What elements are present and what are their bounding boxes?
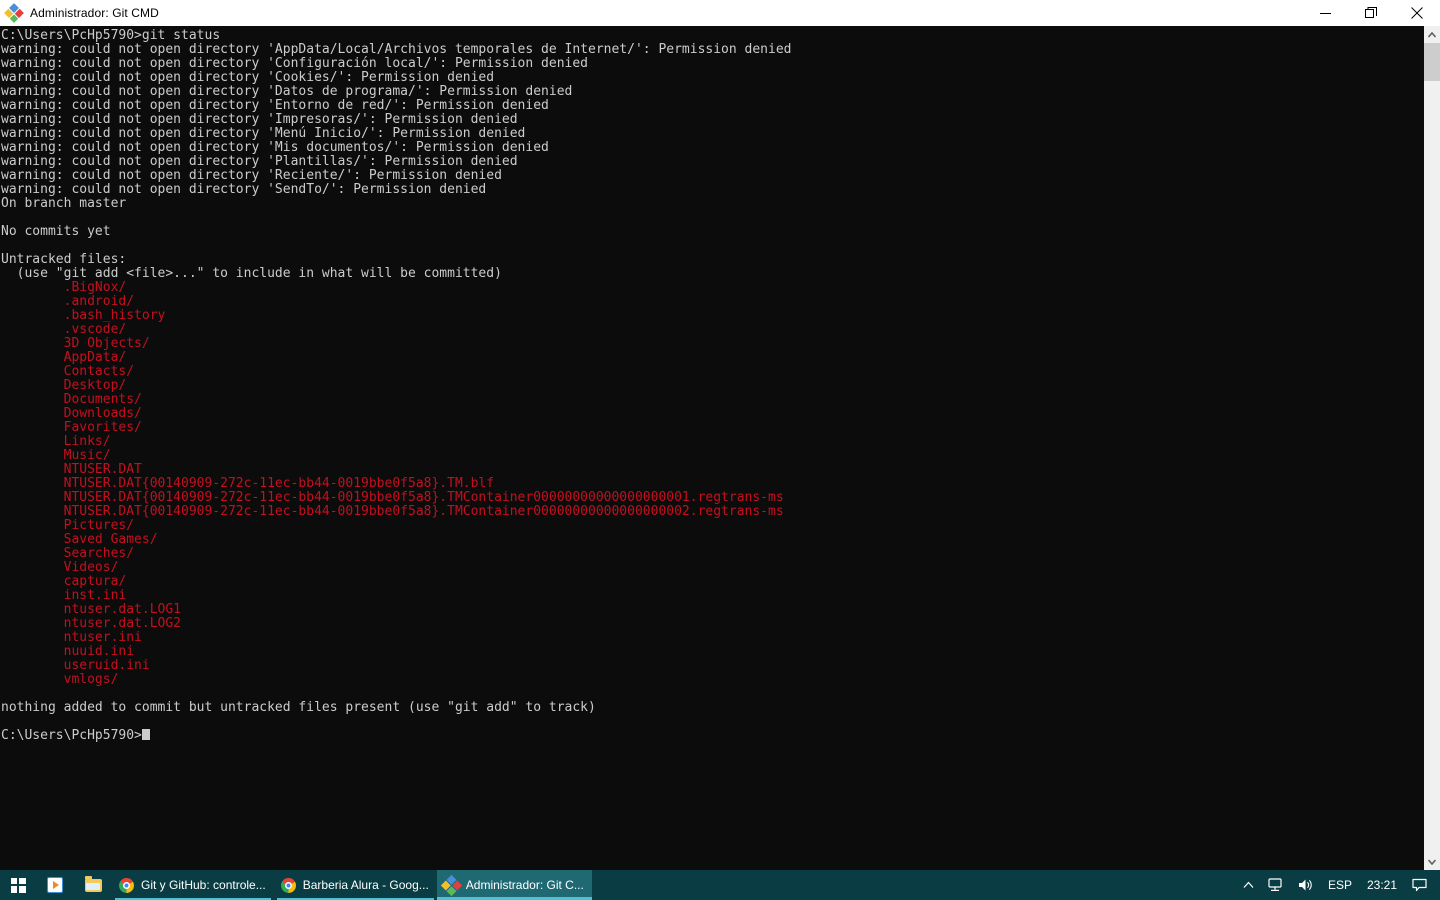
volume-icon[interactable] [1291,870,1321,900]
console-line: useruid.ini [1,658,150,673]
console-line: (use "git add <file>..." to include in w… [1,266,502,281]
taskbar-item-chrome-git-github[interactable]: Git y GitHub: controle... [112,870,274,900]
system-tray: ESP 23:21 [1236,870,1440,900]
console-line: vmlogs/ [1,672,119,687]
taskbar-empty-area [592,870,1236,900]
console-line: Videos/ [1,560,119,575]
language-indicator[interactable]: ESP [1321,870,1359,900]
taskbar-label: Administrador: Git C... [465,878,584,892]
console-line: Documents/ [1,392,142,407]
window-titlebar[interactable]: Administrador: Git CMD [0,0,1440,26]
taskbar-item-chrome-barberia-alura[interactable]: Barberia Alura - Goog... [274,870,437,900]
console-line: Searches/ [1,546,135,561]
console-scrollbar[interactable] [1424,26,1440,870]
console-line: No commits yet [1,224,111,239]
taskbar-label: Barberia Alura - Goog... [302,878,429,892]
console-line: ntuser.dat.LOG1 [1,602,182,617]
network-icon[interactable] [1261,870,1291,900]
console-line: Untracked files: [1,252,127,267]
console-line: Desktop/ [1,378,127,393]
console-line: NTUSER.DAT{00140909-272c-11ec-bb44-0019b… [1,490,784,505]
media-player-icon [47,877,63,893]
console-line: NTUSER.DAT{00140909-272c-11ec-bb44-0019b… [1,476,495,491]
restore-button[interactable] [1348,0,1394,26]
close-button[interactable] [1394,0,1440,26]
console-line: captura/ [1,574,127,589]
console-line: C:\Users\PcHp5790> [0,729,1424,743]
clock[interactable]: 23:21 [1359,870,1405,900]
console-line: ntuser.ini [1,630,142,645]
console-line: warning: could not open directory 'Plant… [1,154,518,169]
console-line: .bash_history [1,308,166,323]
console-line: .android/ [1,294,135,309]
folder-icon [84,875,102,892]
console-line: warning: could not open directory 'Confi… [1,56,588,71]
text-cursor [141,729,150,740]
console-line: warning: could not open directory 'Impre… [1,112,518,127]
console-line: Links/ [1,434,111,449]
console-line: warning: could not open directory 'Datos… [1,84,573,99]
scroll-up-icon[interactable] [1424,26,1440,43]
console-line: ntuser.dat.LOG2 [1,616,182,631]
console-line: warning: could not open directory 'AppDa… [1,42,792,57]
console-output[interactable]: C:\Users\PcHp5790>git status warning: cou… [0,26,1424,870]
desktop-root: Administrador: Git CMD C:\Users\PcHp5790… [0,0,1440,900]
windows-logo-icon [10,877,26,893]
chrome-icon [119,877,134,893]
git-diamond-icon [440,874,462,896]
console-line: On branch master [1,196,127,211]
start-button[interactable] [0,870,36,900]
console-line: Music/ [1,448,111,463]
console-line: NTUSER.DAT [1,462,142,477]
console-line: .BigNox/ [1,280,127,295]
taskbar-item-media-player[interactable] [36,870,74,900]
console-line: nothing added to commit but untracked fi… [1,700,596,715]
scroll-down-icon[interactable] [1424,853,1440,870]
console-line: AppData/ [1,350,127,365]
chevron-up-icon[interactable] [1236,870,1261,900]
git-diamond-icon[interactable] [4,3,24,23]
minimize-button[interactable] [1302,0,1348,26]
taskbar-item-file-explorer[interactable] [74,870,112,900]
taskbar: Git y GitHub: controle... Barberia Alura… [0,870,1440,900]
console-line: Saved Games/ [1,532,158,547]
scrollbar-track[interactable] [1424,81,1440,853]
console-line: warning: could not open directory 'Entor… [1,98,549,113]
chrome-icon [280,877,296,893]
console-line: Favorites/ [1,420,142,435]
console-line: inst.ini [1,588,127,603]
console-line: warning: could not open directory 'SendT… [1,182,487,197]
window-title: Administrador: Git CMD [30,6,159,20]
console-line: warning: could not open directory 'Menú … [1,126,526,141]
console-line: Pictures/ [1,518,135,533]
console-line: NTUSER.DAT{00140909-272c-11ec-bb44-0019b… [1,504,784,519]
taskbar-label: Git y GitHub: controle... [141,878,266,892]
console-line: warning: could not open directory 'Mis d… [1,140,549,155]
console-line: Downloads/ [1,406,142,421]
scrollbar-thumb[interactable] [1424,43,1440,81]
taskbar-item-git-cmd[interactable]: Administrador: Git C... [436,870,592,900]
console-line: 3D Objects/ [1,336,150,351]
console-line: warning: could not open directory 'Cooki… [1,70,495,85]
console-line: C:\Users\PcHp5790>git status [1,28,221,43]
console-line: warning: could not open directory 'Recie… [1,168,502,183]
console-line: Contacts/ [1,364,135,379]
console-line: nuuid.ini [1,644,135,659]
console-line: .vscode/ [1,322,127,337]
notification-icon[interactable] [1405,870,1434,900]
